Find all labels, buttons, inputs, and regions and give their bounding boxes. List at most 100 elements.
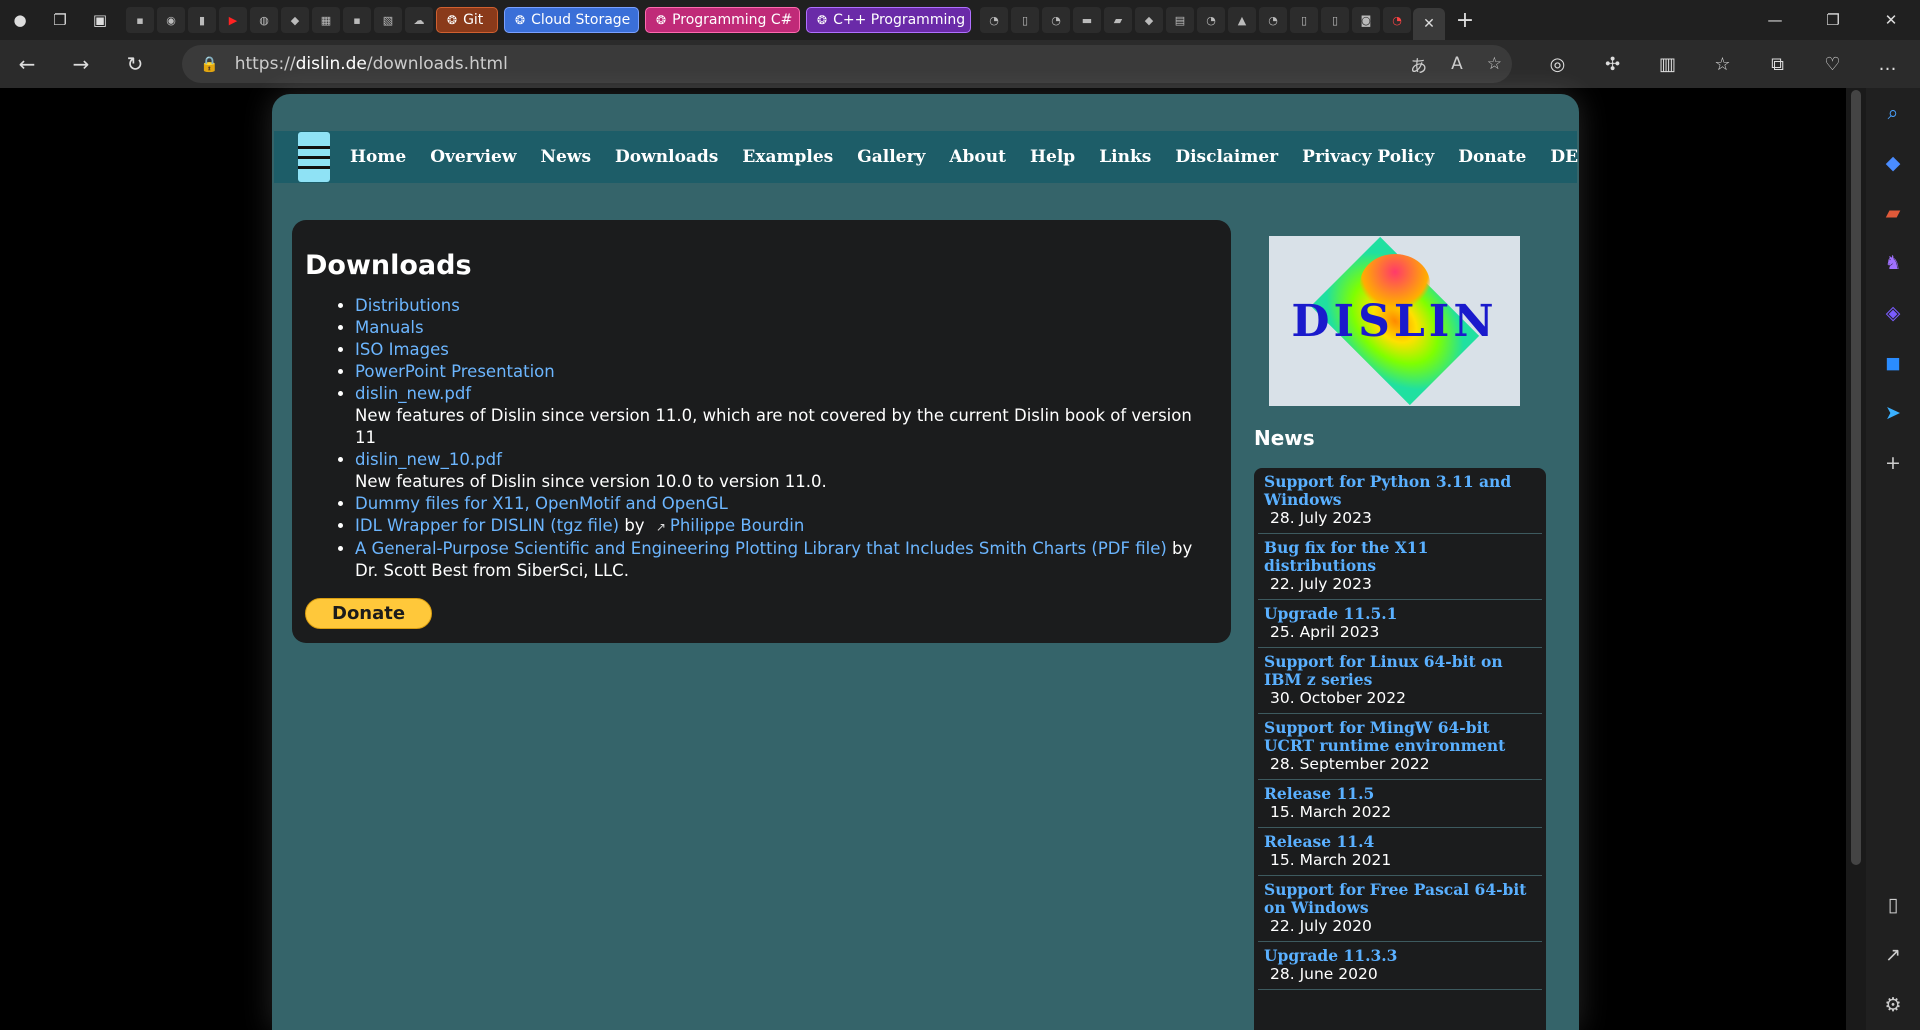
tab-pinned[interactable]: ▮ bbox=[188, 7, 216, 33]
forward-icon[interactable]: → bbox=[54, 40, 108, 88]
copilot-icon[interactable]: ◈ bbox=[1866, 288, 1920, 338]
hamburger-menu-icon[interactable] bbox=[298, 132, 330, 182]
tab-pinned[interactable]: ◔ bbox=[980, 7, 1008, 33]
tab-pinned[interactable]: ◍ bbox=[250, 7, 278, 33]
tools-briefcase-icon[interactable]: ▰ bbox=[1866, 188, 1920, 238]
tab-pinned[interactable]: ▧ bbox=[374, 7, 402, 33]
performance-icon[interactable]: ♡ bbox=[1805, 54, 1860, 75]
tab-pinned[interactable]: ◔ bbox=[1197, 7, 1225, 33]
news-title-link[interactable]: Support for MingW 64-bit UCRT runtime en… bbox=[1264, 719, 1540, 755]
tab-pinned[interactable]: ▦ bbox=[312, 7, 340, 33]
news-title-link[interactable]: Support for Python 3.11 and Windows bbox=[1264, 473, 1540, 509]
favorites-icon[interactable]: ☆ bbox=[1695, 54, 1750, 75]
tab-pinned[interactable]: ▪ bbox=[126, 7, 154, 33]
download-link[interactable]: IDL Wrapper for DISLIN (tgz file) bbox=[355, 516, 619, 535]
back-icon[interactable]: ← bbox=[0, 40, 54, 88]
tab-pinned[interactable]: ▰ bbox=[1104, 7, 1132, 33]
download-link[interactable]: Distributions bbox=[355, 296, 460, 315]
minimize-icon[interactable]: — bbox=[1746, 0, 1804, 40]
profile-icon[interactable]: ● bbox=[0, 0, 40, 40]
tab-pinned[interactable]: ▯ bbox=[1290, 7, 1318, 33]
shopping-tag-icon[interactable]: ◆ bbox=[1866, 138, 1920, 188]
outlook-icon[interactable]: ◼ bbox=[1866, 338, 1920, 388]
search-icon[interactable]: ⌕ bbox=[1866, 88, 1920, 138]
news-date: 28. September 2022 bbox=[1270, 755, 1430, 773]
news-title-link[interactable]: Bug fix for the X11 distributions bbox=[1264, 539, 1540, 575]
send-icon[interactable]: ➤ bbox=[1866, 388, 1920, 438]
tab-group-cloud-storage[interactable]: ❂ Cloud Storage bbox=[504, 7, 639, 33]
tab-pinned[interactable]: ▪ bbox=[343, 7, 371, 33]
add-icon[interactable]: + bbox=[1866, 438, 1920, 488]
new-tab-icon[interactable]: + bbox=[1445, 0, 1485, 40]
extension-icon[interactable]: ◎ bbox=[1530, 54, 1585, 75]
tab-pinned[interactable]: ▤ bbox=[1166, 7, 1194, 33]
nav-gallery[interactable]: Gallery bbox=[857, 147, 925, 167]
more-menu-icon[interactable]: … bbox=[1860, 54, 1915, 75]
news-title-link[interactable]: Support for Free Pascal 64-bit on Window… bbox=[1264, 881, 1540, 917]
nav-privacy-policy[interactable]: Privacy Policy bbox=[1302, 147, 1434, 167]
nav-links[interactable]: Links bbox=[1099, 147, 1151, 167]
extensions-puzzle-icon[interactable]: ✣ bbox=[1585, 54, 1640, 75]
author-link[interactable]: Philippe Bourdin bbox=[670, 516, 804, 535]
tab-pinned[interactable]: ▲ bbox=[1228, 7, 1256, 33]
tab-group-programming-csharp[interactable]: ❂ Programming C# bbox=[645, 7, 800, 33]
games-icon[interactable]: ♞ bbox=[1866, 238, 1920, 288]
tab-pinned[interactable]: ▯ bbox=[1011, 7, 1039, 33]
download-link[interactable]: ISO Images bbox=[355, 340, 449, 359]
split-screen-icon[interactable]: ▥ bbox=[1640, 54, 1695, 75]
tab-pinned[interactable]: ◉ bbox=[157, 7, 185, 33]
address-bar[interactable]: 🔒 https://dislin.de/downloads.html あ A ☆ bbox=[182, 45, 1512, 83]
nav-donate[interactable]: Donate bbox=[1458, 147, 1526, 167]
tab-pinned[interactable]: ▬ bbox=[1073, 7, 1101, 33]
news-item: Bug fix for the X11 distributions 22. Jul… bbox=[1258, 534, 1542, 600]
news-title-link[interactable]: Upgrade 11.3.3 bbox=[1264, 947, 1540, 965]
page-scrollbar[interactable] bbox=[1846, 88, 1866, 1030]
nav-help[interactable]: Help bbox=[1030, 147, 1075, 167]
workspaces-icon[interactable]: ❐ bbox=[40, 0, 80, 40]
news-title-link[interactable]: Release 11.4 bbox=[1264, 833, 1540, 851]
nav-home[interactable]: Home bbox=[350, 147, 406, 167]
nav-overview[interactable]: Overview bbox=[430, 147, 516, 167]
read-aloud-icon[interactable]: A bbox=[1451, 54, 1463, 74]
tab-pinned[interactable]: ◙ bbox=[1352, 7, 1380, 33]
tab-pinned[interactable]: ◔ bbox=[1383, 7, 1411, 33]
nav-downloads[interactable]: Downloads bbox=[615, 147, 718, 167]
nav-disclaimer[interactable]: Disclaimer bbox=[1175, 147, 1278, 167]
tab-pinned[interactable]: ◆ bbox=[1135, 7, 1163, 33]
tab-group-cpp-programming[interactable]: ❂ C++ Programming bbox=[806, 7, 971, 33]
download-link[interactable]: dislin_new_10.pdf bbox=[355, 450, 502, 469]
news-title-link[interactable]: Release 11.5 bbox=[1264, 785, 1540, 803]
scrollbar-thumb[interactable] bbox=[1851, 90, 1861, 865]
download-link[interactable]: Manuals bbox=[355, 318, 424, 337]
tab-actions-icon[interactable]: ▣ bbox=[80, 0, 120, 40]
donate-button[interactable]: Donate bbox=[305, 598, 433, 629]
news-title-link[interactable]: Support for Linux 64-bit on IBM z series bbox=[1264, 653, 1540, 689]
tab-pinned[interactable]: ◆ bbox=[281, 7, 309, 33]
refresh-icon[interactable]: ↻ bbox=[108, 40, 162, 88]
close-window-icon[interactable]: ✕ bbox=[1862, 0, 1920, 40]
tab-pinned[interactable]: ▯ bbox=[1321, 7, 1349, 33]
settings-icon[interactable]: ⚙ bbox=[1866, 980, 1920, 1030]
nav-news[interactable]: News bbox=[540, 147, 591, 167]
news-title-link[interactable]: Upgrade 11.5.1 bbox=[1264, 605, 1540, 623]
tab-pinned[interactable]: ◔ bbox=[1259, 7, 1287, 33]
tab-pinned[interactable]: ▶ bbox=[219, 7, 247, 33]
collections-icon[interactable]: ⧉ bbox=[1750, 54, 1805, 75]
download-link[interactable]: A General-Purpose Scientific and Enginee… bbox=[355, 539, 1167, 558]
download-link[interactable]: PowerPoint Presentation bbox=[355, 362, 555, 381]
translate-icon[interactable]: あ bbox=[1410, 52, 1427, 77]
tab-group-git[interactable]: ❂ Git bbox=[436, 7, 498, 33]
tab-pinned[interactable]: ☁ bbox=[405, 7, 433, 33]
hide-sidebar-icon[interactable]: ▯ bbox=[1866, 880, 1920, 930]
nav-de[interactable]: DE bbox=[1550, 147, 1578, 167]
download-link[interactable]: Dummy files for X11, OpenMotif and OpenG… bbox=[355, 494, 728, 513]
open-external-icon[interactable]: ↗ bbox=[1866, 930, 1920, 980]
maximize-icon[interactable]: ❐ bbox=[1804, 0, 1862, 40]
nav-examples[interactable]: Examples bbox=[742, 147, 833, 167]
download-link[interactable]: dislin_new.pdf bbox=[355, 384, 471, 403]
nav-about[interactable]: About bbox=[949, 147, 1006, 167]
lock-icon[interactable]: 🔒 bbox=[200, 55, 219, 73]
tab-pinned[interactable]: ◔ bbox=[1042, 7, 1070, 33]
close-tab-icon[interactable]: ✕ bbox=[1413, 8, 1445, 40]
favorite-star-icon[interactable]: ☆ bbox=[1487, 54, 1502, 74]
